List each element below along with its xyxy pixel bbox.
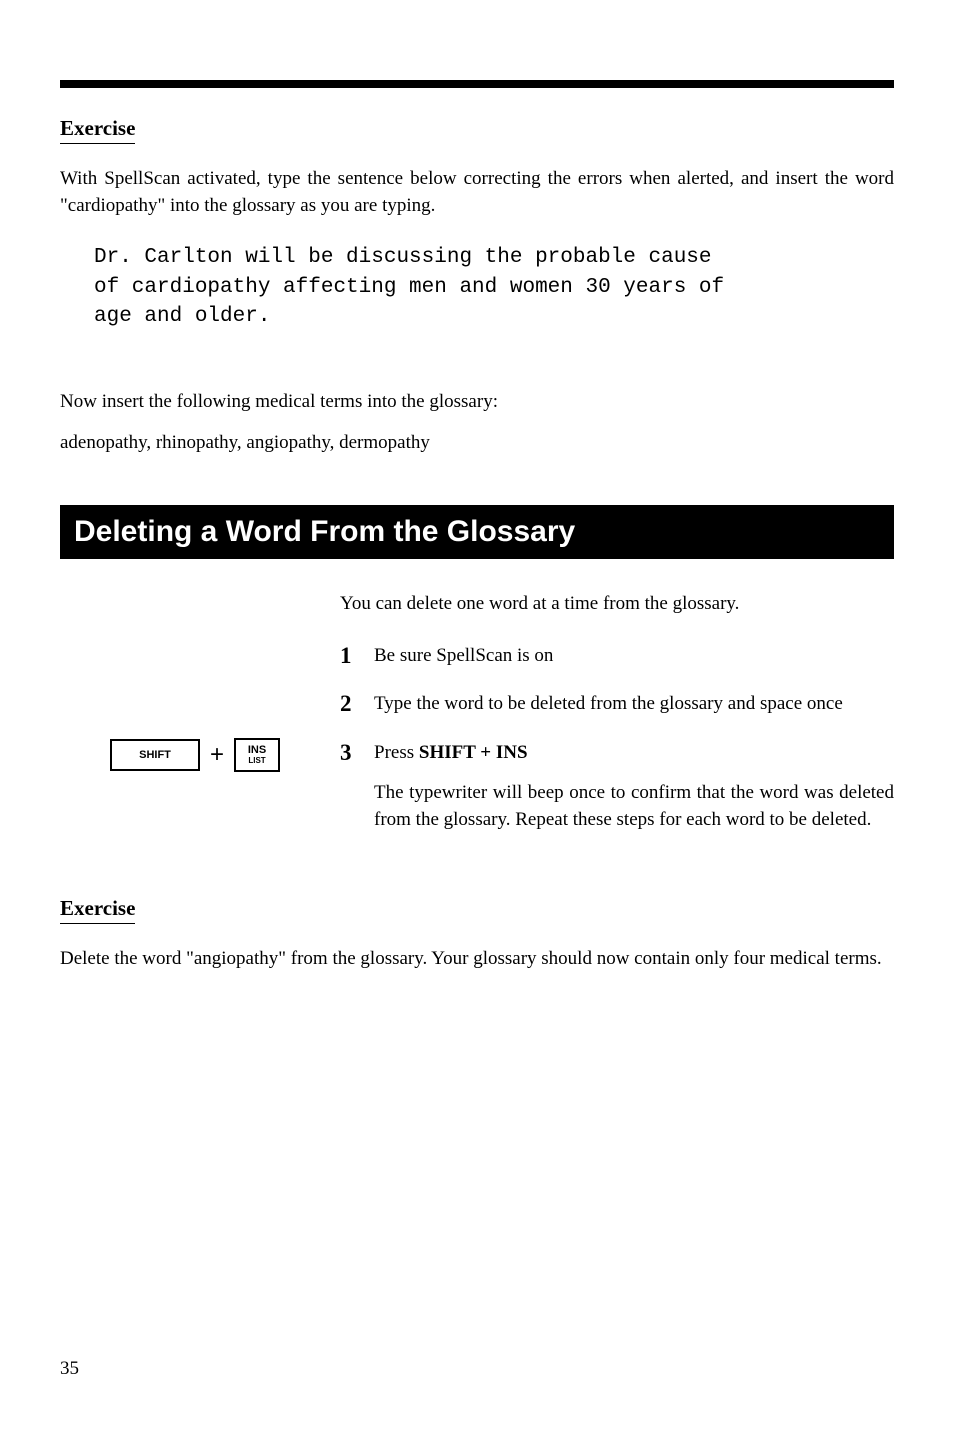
step-1-text: Be sure SpellScan is on <box>374 643 553 670</box>
exercise-2-text: Delete the word "angiopathy" from the gl… <box>60 946 894 973</box>
exercise-1-heading: Exercise <box>60 116 135 144</box>
exercise-1-followup-2: adenopathy, rhinopathy, angiopathy, derm… <box>60 430 894 457</box>
key-combo-shift-ins: SHIFT + INS LIST <box>110 738 280 772</box>
section-banner-deleting-word: Deleting a Word From the Glossary <box>60 505 894 559</box>
exercise-1-followup-1: Now insert the following medical terms i… <box>60 389 894 416</box>
step-3: SHIFT + INS LIST 3 Press SHIFT + INS The… <box>340 740 894 834</box>
section-body: You can delete one word at a time from t… <box>340 593 894 834</box>
step-3-extra: The typewriter will beep once to confirm… <box>374 780 894 833</box>
step-2-number: 2 <box>340 691 374 717</box>
section-intro: You can delete one word at a time from t… <box>340 593 894 615</box>
step-1: 1 Be sure SpellScan is on <box>340 643 894 670</box>
step-3-prefix: Press <box>374 742 419 763</box>
plus-icon: + <box>210 741 224 769</box>
ins-key-top-label: INS <box>248 744 266 756</box>
step-2: 2 Type the word to be deleted from the g… <box>340 691 894 718</box>
shift-key-icon: SHIFT <box>110 739 200 771</box>
top-horizontal-rule <box>60 80 894 88</box>
exercise-2-heading: Exercise <box>60 896 135 924</box>
step-2-text: Type the word to be deleted from the glo… <box>374 691 843 718</box>
ins-key-bottom-label: LIST <box>244 757 270 766</box>
step-3-text: Press SHIFT + INS <box>374 740 528 767</box>
page-number: 35 <box>60 1358 79 1380</box>
exercise-1-intro: With SpellScan activated, type the sente… <box>60 166 894 219</box>
exercise-1-sample-text: Dr. Carlton will be discussing the proba… <box>60 243 894 331</box>
ins-key-icon: INS LIST <box>234 738 280 772</box>
step-list: 1 Be sure SpellScan is on 2 Type the wor… <box>340 643 894 834</box>
step-1-number: 1 <box>340 643 374 669</box>
step-3-number: 3 <box>340 740 374 766</box>
step-3-bold: SHIFT + INS <box>419 742 528 763</box>
